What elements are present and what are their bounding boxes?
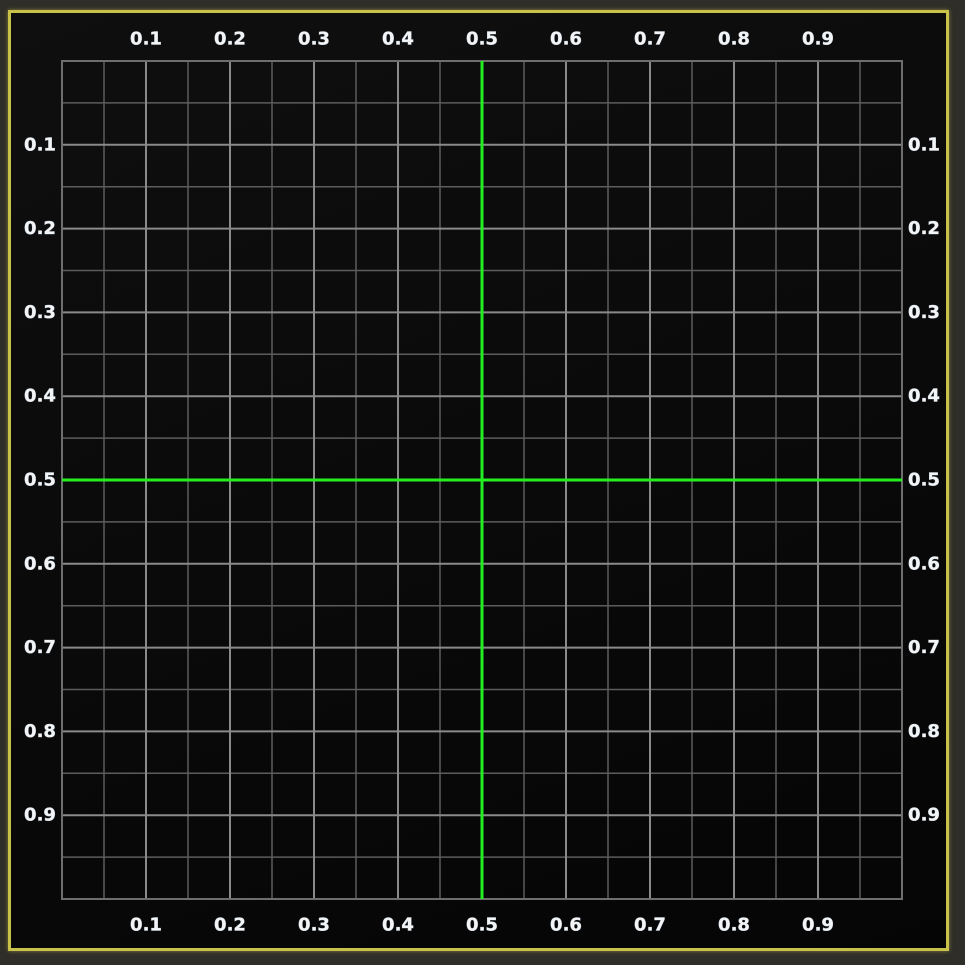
right-axis-label: 0.2: [908, 218, 940, 239]
bottom-axis-label: 0.4: [382, 915, 414, 936]
right-axis-label: 0.4: [908, 386, 940, 407]
right-axis-label: 0.7: [908, 637, 940, 658]
top-axis-labels: 0.1 0.2 0.3 0.4 0.5 0.6 0.7 0.8 0.9: [130, 28, 834, 50]
bottom-axis-label: 0.5: [466, 915, 498, 936]
top-axis-label: 0.3: [298, 29, 330, 50]
left-axis-labels: 0.1 0.2 0.3 0.4 0.5 0.6 0.7 0.8 0.9: [24, 134, 56, 826]
bottom-axis-labels: 0.1 0.2 0.3 0.4 0.5 0.6 0.7 0.8 0.9: [130, 914, 834, 936]
left-axis-label: 0.2: [24, 218, 56, 239]
bottom-axis-label: 0.7: [634, 915, 666, 936]
bottom-axis-label: 0.1: [130, 915, 162, 936]
bottom-axis-label: 0.8: [718, 915, 750, 936]
top-axis-label: 0.8: [718, 29, 750, 50]
top-axis-label: 0.9: [802, 29, 834, 50]
left-axis-label: 0.1: [24, 134, 56, 155]
right-axis-label: 0.9: [908, 805, 940, 826]
top-axis-label: 0.7: [634, 29, 666, 50]
left-axis-label: 0.9: [24, 805, 56, 826]
top-axis-label: 0.4: [382, 29, 414, 50]
bottom-axis-label: 0.3: [298, 915, 330, 936]
right-axis-label: 0.1: [908, 134, 940, 155]
left-axis-label: 0.6: [24, 553, 56, 574]
bottom-axis-label: 0.2: [214, 915, 246, 936]
left-axis-label: 0.5: [24, 470, 56, 491]
top-axis-label: 0.2: [214, 29, 246, 50]
right-axis-label: 0.5: [908, 470, 940, 491]
right-axis-label: 0.3: [908, 302, 940, 323]
top-axis-label: 0.5: [466, 29, 498, 50]
right-axis-label: 0.8: [908, 721, 940, 742]
left-axis-label: 0.7: [24, 637, 56, 658]
right-axis-label: 0.6: [908, 553, 940, 574]
grid-overlay: 0.1 0.2 0.3 0.4 0.5 0.6 0.7 0.8 0.9 0.1 0.2 0.3 0.4…: [24, 28, 940, 936]
right-axis-labels: 0.1 0.2 0.3 0.4 0.5 0.6 0.7 0.8 0.9: [908, 134, 940, 826]
bottom-axis-label: 0.6: [550, 915, 582, 936]
left-axis-label: 0.4: [24, 386, 56, 407]
top-axis-label: 0.6: [550, 29, 582, 50]
game-screen: 0.1 0.2 0.3 0.4 0.5 0.6 0.7 0.8 0.9 0.1 0.2 0.3 0.4…: [0, 0, 965, 965]
top-axis-label: 0.1: [130, 29, 162, 50]
left-axis-label: 0.8: [24, 721, 56, 742]
bottom-axis-label: 0.9: [802, 915, 834, 936]
left-axis-label: 0.3: [24, 302, 56, 323]
